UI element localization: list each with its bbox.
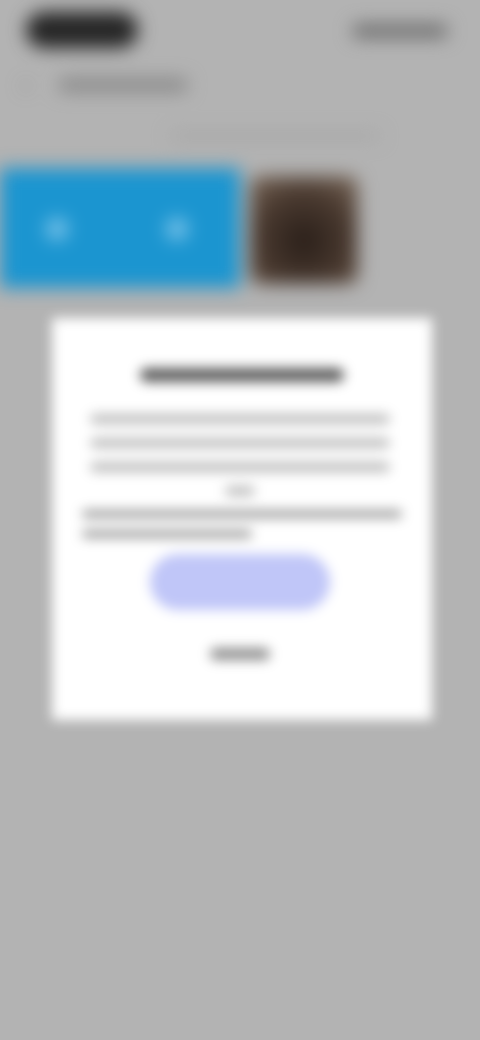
dialog-body — [90, 414, 390, 510]
dialog-body-line — [225, 486, 255, 496]
modal-dialog — [52, 318, 432, 720]
dialog-body-line — [90, 414, 390, 424]
dialog-note — [82, 510, 402, 550]
dialog-note-line[interactable] — [82, 530, 252, 538]
dialog-body-line — [90, 438, 390, 448]
dialog-note-line — [82, 510, 402, 518]
primary-action-button[interactable] — [150, 554, 330, 610]
dialog-body-line — [90, 462, 390, 472]
secondary-action-button[interactable] — [210, 648, 270, 660]
app-screen: ‹ — [0, 0, 480, 1040]
dialog-title — [140, 368, 344, 382]
